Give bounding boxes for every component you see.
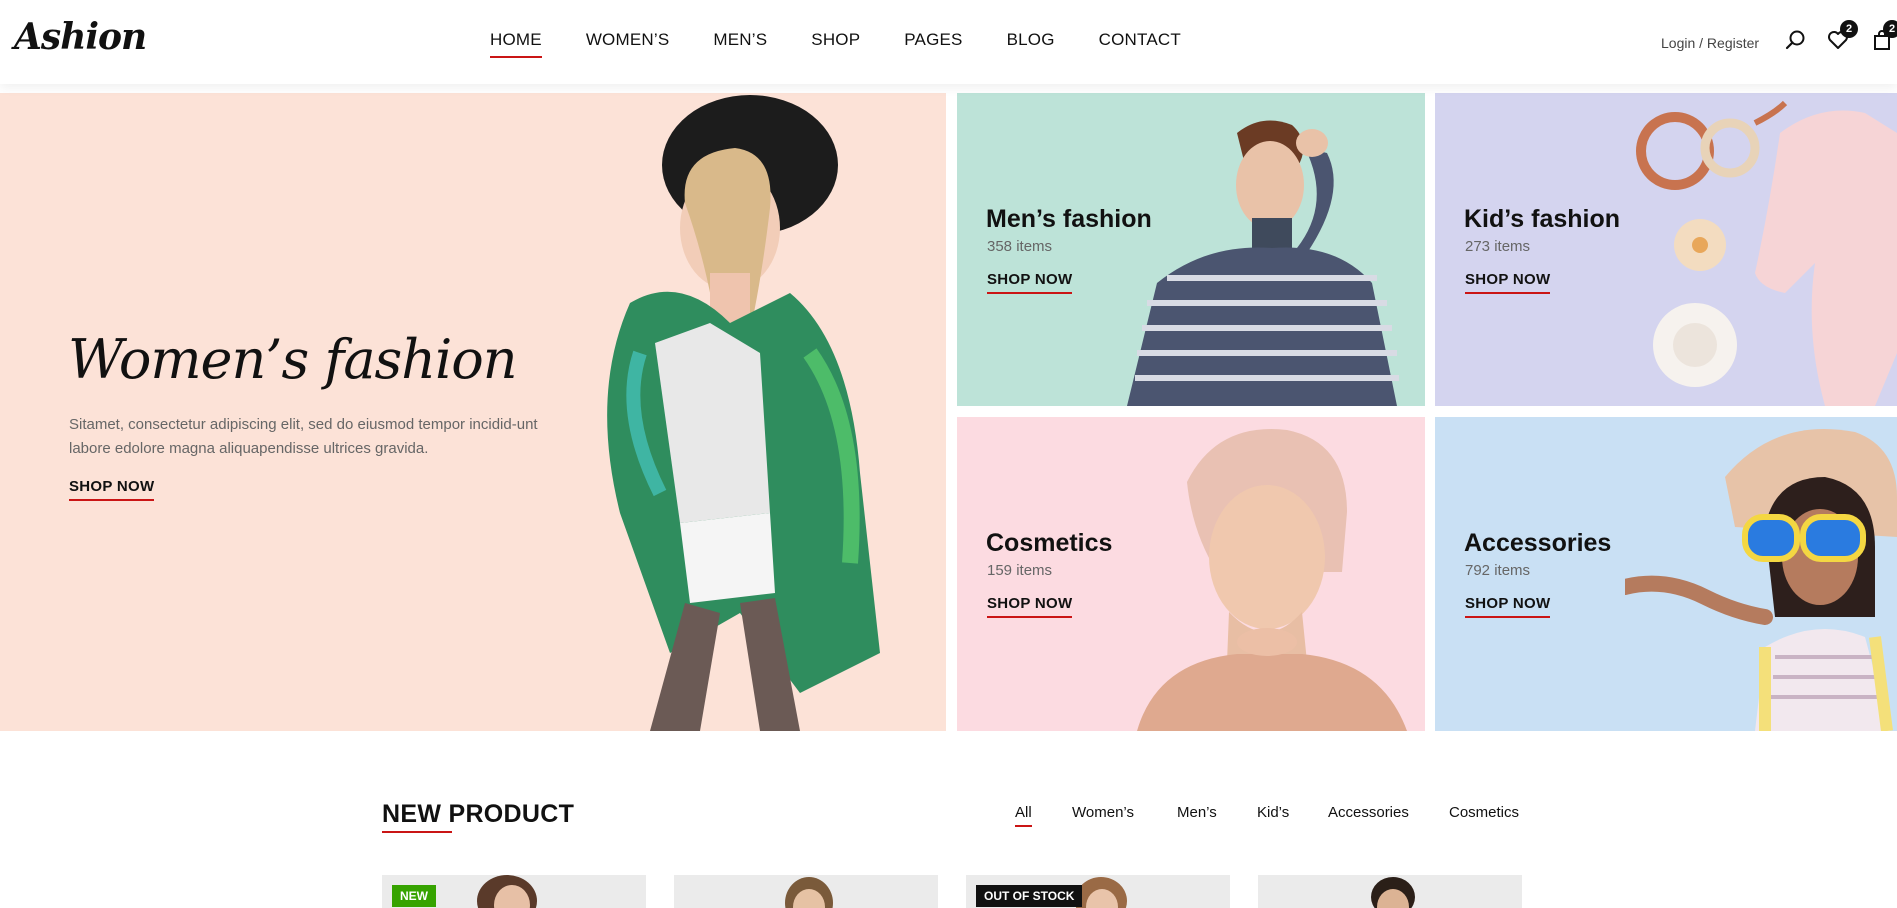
filter-all[interactable]: All xyxy=(1015,804,1032,827)
accessories-item-count: 792 items xyxy=(1465,562,1531,579)
kids-shop-now-link[interactable]: SHOP NOW xyxy=(1465,271,1551,294)
nav-home[interactable]: HOME xyxy=(490,30,542,58)
accessories-title: Accessories xyxy=(1464,529,1612,557)
product-card[interactable] xyxy=(1258,875,1522,908)
search-icon[interactable] xyxy=(1784,28,1808,52)
accessories-model-image xyxy=(1625,429,1897,731)
womens-fashion-description: Sitamet, consectetur adipiscing elit, se… xyxy=(69,416,538,457)
login-register-link[interactable]: Login / Register xyxy=(1661,35,1759,51)
cosmetics-title: Cosmetics xyxy=(986,529,1113,557)
filter-mens[interactable]: Men’s xyxy=(1177,804,1217,821)
cosmetics-tile[interactable]: Cosmetics 159 items SHOP NOW xyxy=(957,417,1425,731)
nav-shop[interactable]: SHOP xyxy=(811,30,860,58)
nav-blog[interactable]: BLOG xyxy=(1007,30,1055,58)
filter-womens[interactable]: Women’s xyxy=(1072,804,1134,821)
kids-fashion-title: Kid’s fashion xyxy=(1464,205,1621,233)
product-card[interactable]: NEW xyxy=(382,875,646,908)
accessories-tile[interactable]: Accessories 792 items SHOP NOW xyxy=(1435,417,1897,731)
new-product-heading: NEW PRODUCT xyxy=(382,800,575,828)
mens-fashion-title: Men’s fashion xyxy=(986,205,1152,233)
site-header: Ashion HOME WOMEN’S MEN’S SHOP PAGES BLO… xyxy=(0,0,1897,84)
mens-shop-now-link[interactable]: SHOP NOW xyxy=(987,271,1073,294)
wishlist-count-badge: 2 xyxy=(1840,20,1858,38)
cosmetics-item-count: 159 items xyxy=(987,562,1053,579)
product-image xyxy=(1371,877,1415,908)
womens-model-image xyxy=(607,95,880,731)
product-card[interactable] xyxy=(674,875,938,908)
cart-count-badge: 2 xyxy=(1883,20,1897,38)
filter-accessories[interactable]: Accessories xyxy=(1328,804,1409,821)
nav-womens[interactable]: WOMEN’S xyxy=(586,30,670,58)
cosmetics-shop-now-link[interactable]: SHOP NOW xyxy=(987,595,1073,618)
mens-item-count: 358 items xyxy=(987,238,1053,255)
out-of-stock-badge: OUT OF STOCK xyxy=(976,885,1083,907)
womens-fashion-banner: Women’s fashion Sitamet, consectetur adi… xyxy=(0,93,946,731)
nav-mens[interactable]: MEN’S xyxy=(713,30,767,58)
mens-model-image xyxy=(1127,120,1399,406)
heading-underline xyxy=(382,831,452,833)
womens-fashion-title: Women’s fashion xyxy=(68,328,518,391)
main-nav: HOME WOMEN’S MEN’S SHOP PAGES BLOG CONTA… xyxy=(490,30,1225,58)
womens-shop-now-link[interactable]: SHOP NOW xyxy=(69,478,155,501)
product-image xyxy=(785,877,833,908)
nav-pages[interactable]: PAGES xyxy=(904,30,962,58)
kids-items-image xyxy=(1636,100,1897,406)
site-logo[interactable]: Ashion xyxy=(14,16,147,58)
new-tag-badge: NEW xyxy=(392,885,436,907)
mens-fashion-tile[interactable]: Men’s fashion 358 items SHOP NOW xyxy=(957,93,1425,406)
kids-item-count: 273 items xyxy=(1465,238,1531,255)
nav-contact[interactable]: CONTACT xyxy=(1099,30,1181,58)
kids-fashion-tile[interactable]: Kid’s fashion 273 items SHOP NOW xyxy=(1435,93,1897,406)
product-image xyxy=(477,875,537,908)
product-card[interactable]: OUT OF STOCK xyxy=(966,875,1230,908)
accessories-shop-now-link[interactable]: SHOP NOW xyxy=(1465,595,1551,618)
filter-kids[interactable]: Kid’s xyxy=(1257,804,1289,821)
filter-cosmetics[interactable]: Cosmetics xyxy=(1449,804,1519,821)
cosmetics-model-image xyxy=(1137,429,1407,731)
